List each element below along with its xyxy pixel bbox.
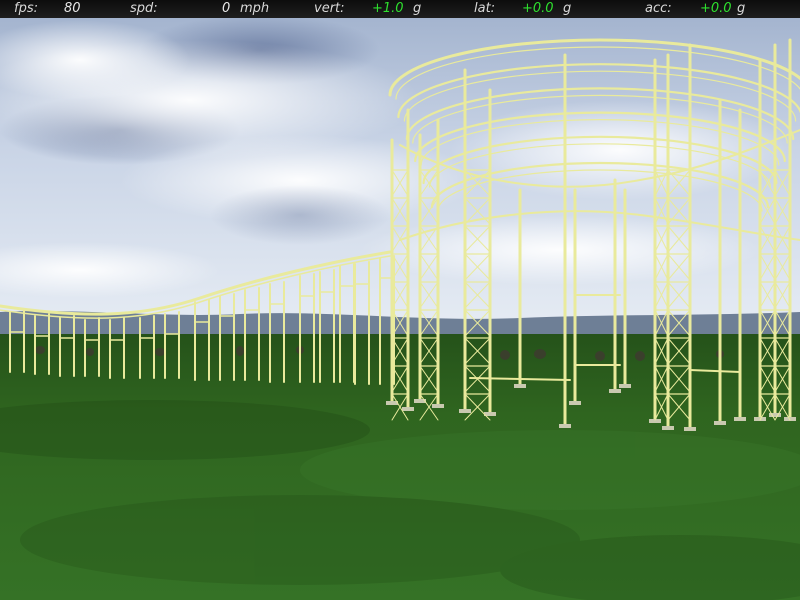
acc-label: acc: — [645, 1, 672, 16]
lat-value: +0.0 — [522, 1, 554, 16]
column-footing — [514, 384, 526, 388]
column-footing — [714, 421, 726, 425]
hud-bar: fps: 80 spd: 0 mph vert: +1.0 g lat: +0.… — [0, 0, 800, 18]
column-footing — [734, 417, 746, 421]
lat-unit: g — [563, 1, 572, 16]
fps-label: fps: — [14, 1, 38, 16]
spd-unit: mph — [240, 1, 270, 16]
vert-label: vert: — [314, 1, 345, 16]
column-footing — [559, 424, 571, 428]
column-footing — [459, 409, 471, 413]
acc-value: +0.0 — [700, 1, 732, 16]
acc-unit: g — [737, 1, 746, 16]
spd-value: 0 — [222, 1, 231, 16]
fps-value: 80 — [64, 1, 81, 16]
column-footing — [402, 407, 414, 411]
coaster-viewport[interactable] — [0, 0, 800, 600]
column-footing — [662, 426, 674, 430]
column-footing — [569, 401, 581, 405]
column-footing — [609, 389, 621, 393]
column-footing — [432, 404, 444, 408]
vert-unit: g — [413, 1, 422, 16]
column-footing — [619, 384, 631, 388]
column-footing — [684, 427, 696, 431]
vert-value: +1.0 — [372, 1, 404, 16]
spd-label: spd: — [130, 1, 158, 16]
lat-label: lat: — [474, 1, 496, 16]
